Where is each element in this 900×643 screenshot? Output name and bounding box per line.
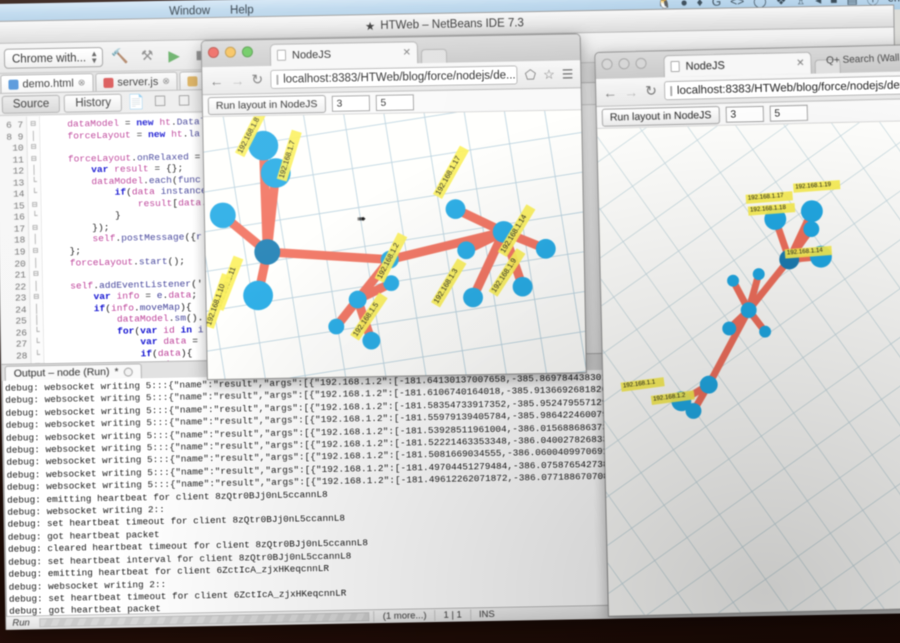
close-tab-icon[interactable]: ⊗ <box>162 76 170 87</box>
back-icon[interactable]: ← <box>603 84 617 100</box>
run-icon[interactable]: ▶ <box>164 45 184 65</box>
chrome-menu-icon[interactable]: ☰ <box>562 66 574 82</box>
page-icon <box>671 61 680 72</box>
file-tab-label: demo.html <box>22 77 74 90</box>
menu-help[interactable]: Help <box>230 4 254 16</box>
close-tab-icon[interactable]: ⊗ <box>78 77 86 88</box>
stepper-arrows-icon: ▲▼ <box>90 50 98 64</box>
svg-text:192.168.1.17: 192.168.1.17 <box>433 154 462 196</box>
chrome-front-window-controls[interactable] <box>208 46 253 58</box>
status-caret-position: 1 | 1 <box>434 609 470 621</box>
extension-cube-icon[interactable]: ⬠ <box>525 67 537 83</box>
photo-of-screen: Window Help 🐧 ● ♦ G <> ◯ ❖ ♗ ◂ ■ ▤ ⓘ eri <box>0 0 900 643</box>
reload-icon-front[interactable]: ↻ <box>251 71 263 88</box>
window-title: HTWeb – NetBeans IDE 7.3 <box>380 17 524 32</box>
layout-field1-back[interactable]: 3 <box>725 105 763 122</box>
layout-field1-front[interactable]: 3 <box>331 95 369 112</box>
zoom-button-back[interactable] <box>635 58 646 69</box>
reload-icon[interactable]: ↻ <box>645 82 657 99</box>
chrome-back-tab[interactable]: NodeJS ✕ <box>663 52 811 78</box>
page-security-icon <box>670 86 672 96</box>
mouse-cursor-icon: ➠ <box>357 212 366 225</box>
node-label: 192.168.1.10 <box>203 273 232 329</box>
run-layout-button-front[interactable]: Run layout in NodeJS <box>208 94 326 114</box>
close-button-front[interactable] <box>208 47 219 58</box>
status-insert-mode: INS <box>470 609 503 621</box>
project-icon: ★ <box>365 19 376 33</box>
status-progress-bar <box>40 612 370 627</box>
file-tab[interactable]: server.js ⊗ <box>95 72 178 92</box>
close-circle-icon[interactable] <box>124 367 133 376</box>
page-security-icon-front <box>276 74 278 84</box>
graph-svg-front: 192.168.1.8192.168.1.11192.168.1.10192.1… <box>203 110 586 379</box>
address-bar-front-text: localhost:8383/HTWeb/blog/force/nodejs/d… <box>283 69 516 85</box>
file-type-icon <box>103 77 113 87</box>
uncomment-icon[interactable]: ☐ <box>174 91 194 111</box>
graph-svg-back: 192.168.1.17192.168.1.18 192.168.1.19 192.… <box>597 121 900 616</box>
chrome-front-tab-title: NodeJS <box>292 48 331 61</box>
run-configuration-label: Chrome with... <box>12 52 86 65</box>
history-tab[interactable]: History <box>64 93 122 112</box>
minimize-button-front[interactable] <box>225 47 236 58</box>
layout-field2-back[interactable]: 5 <box>769 104 807 121</box>
file-tab[interactable]: demo.html ⊗ <box>0 73 93 93</box>
graph-nodes-back[interactable] <box>667 200 836 420</box>
output-tab-modified: * <box>114 366 118 378</box>
laptop-screen: Window Help 🐧 ● ♦ G <> ◯ ❖ ♗ ◂ ■ ▤ ⓘ eri <box>0 0 900 630</box>
chrome-back-tab-title: NodeJS <box>685 59 724 72</box>
build-icon[interactable]: 🔨 <box>110 46 130 66</box>
graph-canvas-front[interactable]: 192.168.1.8192.168.1.11192.168.1.10192.1… <box>203 110 586 379</box>
graph-canvas-back[interactable]: 192.168.1.17192.168.1.18 192.168.1.19 192.… <box>597 121 900 616</box>
source-tab[interactable]: Source <box>2 94 61 113</box>
node-label: 192.168.1.1 <box>621 377 665 392</box>
clean-build-icon[interactable]: ⚒ <box>137 46 157 66</box>
address-bar-back-text: localhost:8383/HTWeb/blog/force/nodejs/d… <box>677 78 900 96</box>
address-bar-front[interactable]: localhost:8383/HTWeb/blog/force/nodejs/d… <box>270 65 518 89</box>
file-tab-label: server.js <box>117 76 158 89</box>
file-type-icon <box>8 79 18 89</box>
file-type-icon <box>188 76 198 86</box>
forward-icon[interactable]: → <box>624 83 638 99</box>
chrome-window-back[interactable]: NodeJS ✕ ← → ↻ localhost:8383/HTWeb/blog… <box>594 44 900 617</box>
address-bar-back[interactable]: localhost:8383/HTWeb/blog/force/nodejs/d… <box>664 75 900 100</box>
chrome-back-window-controls[interactable] <box>601 58 646 70</box>
node-label: 192.168.1.19 <box>793 180 840 193</box>
comment-icon[interactable]: ☐ <box>150 91 170 111</box>
output-tab-node-run[interactable]: Output – node (Run) * <box>5 363 142 381</box>
bookmark-star-icon[interactable]: ☆ <box>543 66 555 82</box>
output-tab-label: Output – node (Run) <box>14 366 110 380</box>
new-tab-button-front[interactable] <box>421 49 447 63</box>
chrome-front-tab[interactable]: NodeJS ✕ <box>270 41 418 66</box>
menu-window[interactable]: Window <box>169 5 210 18</box>
status-run-label: Run <box>6 617 36 629</box>
svg-text:192.168.1.3: 192.168.1.3 <box>432 267 460 305</box>
close-tab-icon-front[interactable]: ✕ <box>402 47 411 58</box>
status-more-label[interactable]: (1 more...) <box>374 610 435 622</box>
run-layout-button-back[interactable]: Run layout in NodeJS <box>602 105 720 126</box>
close-button-back[interactable] <box>601 59 612 70</box>
zoom-button-front[interactable] <box>242 46 253 57</box>
forward-icon-front[interactable]: → <box>230 72 244 88</box>
node-label: 192.168.1.7 <box>276 130 302 182</box>
layout-field2-front[interactable]: 5 <box>375 94 413 111</box>
node-label: 192.168.1.17 <box>746 191 793 204</box>
close-tab-icon[interactable]: ✕ <box>796 58 805 69</box>
minimize-button-back[interactable] <box>618 58 629 69</box>
chrome-window-front[interactable]: NodeJS ✕ ← → ↻ localhost:8383/HTWeb/blog… <box>201 33 587 380</box>
node-label: 192.168.1.18 <box>748 203 795 216</box>
format-icon[interactable]: 📄 <box>126 92 146 112</box>
page-icon-front <box>277 50 286 61</box>
back-icon-front[interactable]: ← <box>209 72 223 88</box>
run-configuration-select[interactable]: Chrome with... ▲▼ <box>4 47 103 69</box>
